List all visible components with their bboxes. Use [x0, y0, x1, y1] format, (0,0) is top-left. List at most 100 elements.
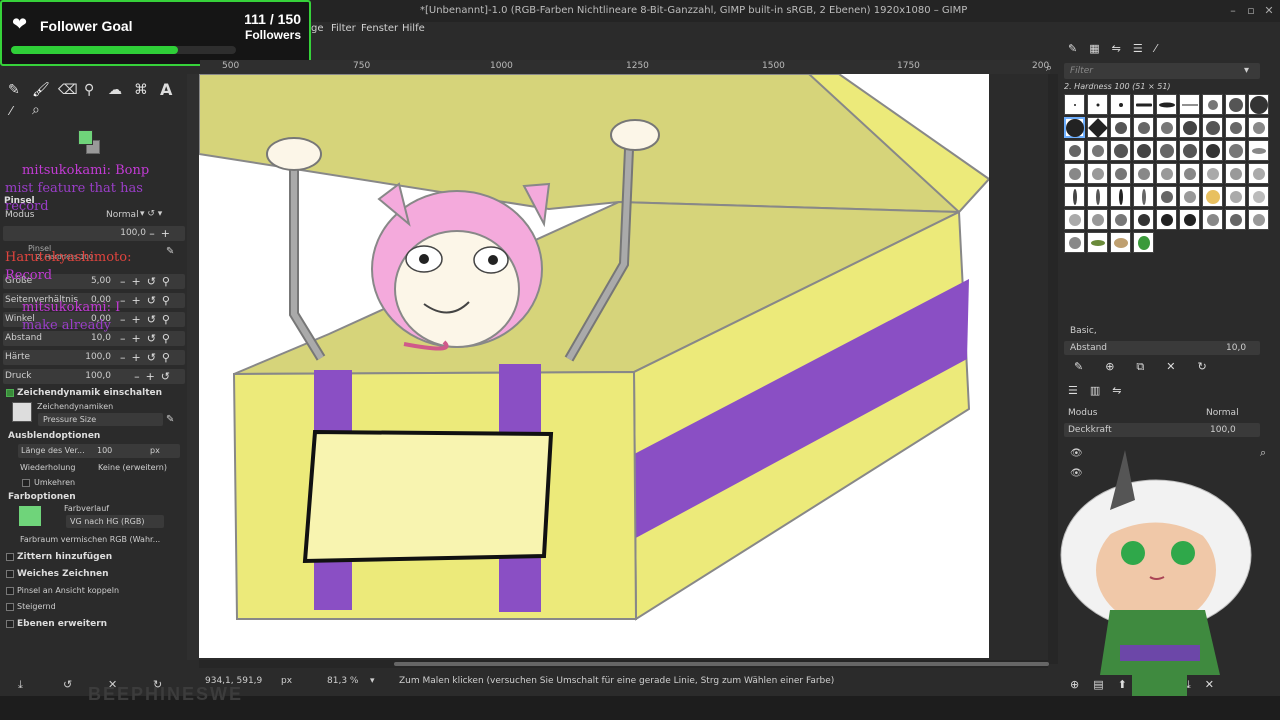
- navigate-icon[interactable]: ⌕: [1046, 61, 1052, 75]
- brush-preset[interactable]: Basic,: [1070, 326, 1097, 336]
- paint-icon[interactable]: ✎: [8, 82, 20, 98]
- color-picker-icon[interactable]: ⁄: [10, 104, 12, 118]
- smooth-checkbox[interactable]: [6, 570, 14, 578]
- brush-thumb[interactable]: [1225, 209, 1246, 230]
- menu-hilfe[interactable]: Hilfe: [402, 23, 425, 34]
- hardness-row[interactable]: Härte 100,0 –+↺⚲: [0, 349, 186, 366]
- brush-thumb[interactable]: [1156, 94, 1177, 115]
- filter-dropdown-icon[interactable]: ▾: [1244, 65, 1249, 76]
- brush-thumb[interactable]: [1156, 117, 1177, 138]
- brush-thumb[interactable]: [1179, 117, 1200, 138]
- opacity-row[interactable]: 100,0 –+: [0, 225, 186, 242]
- brush-thumb[interactable]: [1202, 117, 1223, 138]
- brush-thumb[interactable]: [1225, 117, 1246, 138]
- mode-dropdown-icon[interactable]: ▾ ↺ ▾: [140, 209, 162, 219]
- pressure-stepper[interactable]: –+↺: [134, 370, 176, 383]
- restore-options-icon[interactable]: ↺: [63, 678, 72, 691]
- reverse-checkbox[interactable]: [22, 479, 30, 487]
- brush-thumb[interactable]: [1179, 94, 1200, 115]
- brush-thumb[interactable]: [1225, 186, 1246, 207]
- expand-checkbox[interactable]: [6, 620, 14, 628]
- unit-selector[interactable]: px: [281, 676, 292, 686]
- brush-thumb[interactable]: [1133, 163, 1154, 184]
- foreground-color-swatch[interactable]: [78, 130, 93, 145]
- brush-thumb[interactable]: [1225, 163, 1246, 184]
- brush-thumb-selected[interactable]: [1064, 117, 1085, 138]
- brush-thumb[interactable]: [1110, 140, 1131, 161]
- brush-thumb[interactable]: [1064, 209, 1085, 230]
- brush-thumb[interactable]: [1133, 209, 1154, 230]
- brush-thumb[interactable]: [1179, 186, 1200, 207]
- ratio-stepper[interactable]: –+↺⚲: [120, 294, 176, 307]
- brush-filter-input[interactable]: [1064, 63, 1260, 79]
- angle-stepper[interactable]: –+↺⚲: [120, 313, 176, 326]
- gradient-preview[interactable]: [19, 506, 41, 526]
- horizontal-scrollbar[interactable]: [199, 660, 1049, 668]
- clone-icon[interactable]: ⚲: [84, 82, 94, 98]
- brush-thumb[interactable]: [1133, 186, 1154, 207]
- brush-thumb[interactable]: [1156, 186, 1177, 207]
- mode-value[interactable]: Normal: [106, 210, 139, 220]
- path-icon[interactable]: ⌘: [134, 82, 148, 98]
- brush-thumb[interactable]: [1110, 117, 1131, 138]
- brush-thumb[interactable]: [1133, 232, 1154, 253]
- dynamics-checkbox[interactable]: [6, 389, 14, 397]
- brush-thumb[interactable]: [1064, 232, 1085, 253]
- brush-thumb[interactable]: [1156, 209, 1177, 230]
- blend-space[interactable]: Farbraum vermischen RGB (Wahr...: [20, 535, 160, 544]
- brush-thumb[interactable]: [1248, 94, 1269, 115]
- brush-thumb[interactable]: [1248, 186, 1269, 207]
- incremental-checkbox[interactable]: [6, 603, 14, 611]
- brush-thumb[interactable]: [1110, 232, 1131, 253]
- layer-mode-value[interactable]: Normal: [1206, 408, 1239, 418]
- brush-thumb[interactable]: [1110, 209, 1131, 230]
- brush-thumb[interactable]: [1225, 94, 1246, 115]
- brush-thumb[interactable]: [1087, 117, 1108, 138]
- save-options-icon[interactable]: ⤓: [18, 678, 23, 692]
- brush-thumb[interactable]: [1064, 94, 1085, 115]
- brush-thumb[interactable]: [1179, 209, 1200, 230]
- brush-thumb[interactable]: [1133, 140, 1154, 161]
- size-stepper[interactable]: –+↺⚲: [120, 275, 176, 288]
- brush-thumb[interactable]: [1133, 117, 1154, 138]
- brush-thumb[interactable]: [1110, 94, 1131, 115]
- smudge-icon[interactable]: ☁: [108, 82, 122, 98]
- brush-thumb[interactable]: [1064, 163, 1085, 184]
- opacity-stepper[interactable]: –+: [149, 227, 176, 240]
- menu-item-partial[interactable]: ge: [311, 23, 324, 34]
- dynamics-preview[interactable]: [12, 402, 32, 422]
- brush-thumb[interactable]: [1133, 94, 1154, 115]
- brush-thumb[interactable]: [1202, 140, 1223, 161]
- brush-tool-icon[interactable]: 🖌: [32, 82, 50, 98]
- brush-thumb[interactable]: [1156, 140, 1177, 161]
- lock-view-checkbox[interactable]: [6, 587, 14, 595]
- brush-thumb[interactable]: [1202, 94, 1223, 115]
- brush-thumb[interactable]: [1064, 186, 1085, 207]
- brush-thumb[interactable]: [1248, 163, 1269, 184]
- brush-thumb[interactable]: [1202, 209, 1223, 230]
- edit-brush-icon[interactable]: ✎: [166, 246, 174, 257]
- close-icon[interactable]: ✕: [1262, 4, 1276, 18]
- brush-thumb[interactable]: [1179, 163, 1200, 184]
- layers-tabs[interactable]: ☰▥⇋: [1068, 384, 1133, 397]
- hardness-stepper[interactable]: –+↺⚲: [120, 351, 176, 364]
- brush-thumb[interactable]: [1202, 163, 1223, 184]
- brush-thumb[interactable]: [1179, 140, 1200, 161]
- repeat-value[interactable]: Keine (erweitern): [98, 463, 167, 472]
- brush-thumb[interactable]: [1110, 163, 1131, 184]
- edit-dynamics-icon[interactable]: ✎: [166, 414, 174, 425]
- brush-thumb[interactable]: [1248, 140, 1269, 161]
- horizontal-scroll-thumb[interactable]: [394, 662, 1049, 666]
- minimize-icon[interactable]: –: [1226, 4, 1240, 18]
- brush-thumb[interactable]: [1110, 186, 1131, 207]
- brush-thumb[interactable]: [1087, 140, 1108, 161]
- zoom-level[interactable]: 81,3 %: [327, 676, 358, 686]
- fade-unit[interactable]: px: [150, 446, 160, 455]
- brush-thumb[interactable]: [1156, 163, 1177, 184]
- menu-fenster[interactable]: Fenster: [361, 23, 398, 34]
- maximize-icon[interactable]: ▫: [1244, 4, 1258, 18]
- brush-thumb[interactable]: [1225, 140, 1246, 161]
- text-tool-icon[interactable]: A: [160, 80, 172, 99]
- eraser-icon[interactable]: ⌫: [58, 82, 78, 98]
- brush-thumb[interactable]: [1087, 163, 1108, 184]
